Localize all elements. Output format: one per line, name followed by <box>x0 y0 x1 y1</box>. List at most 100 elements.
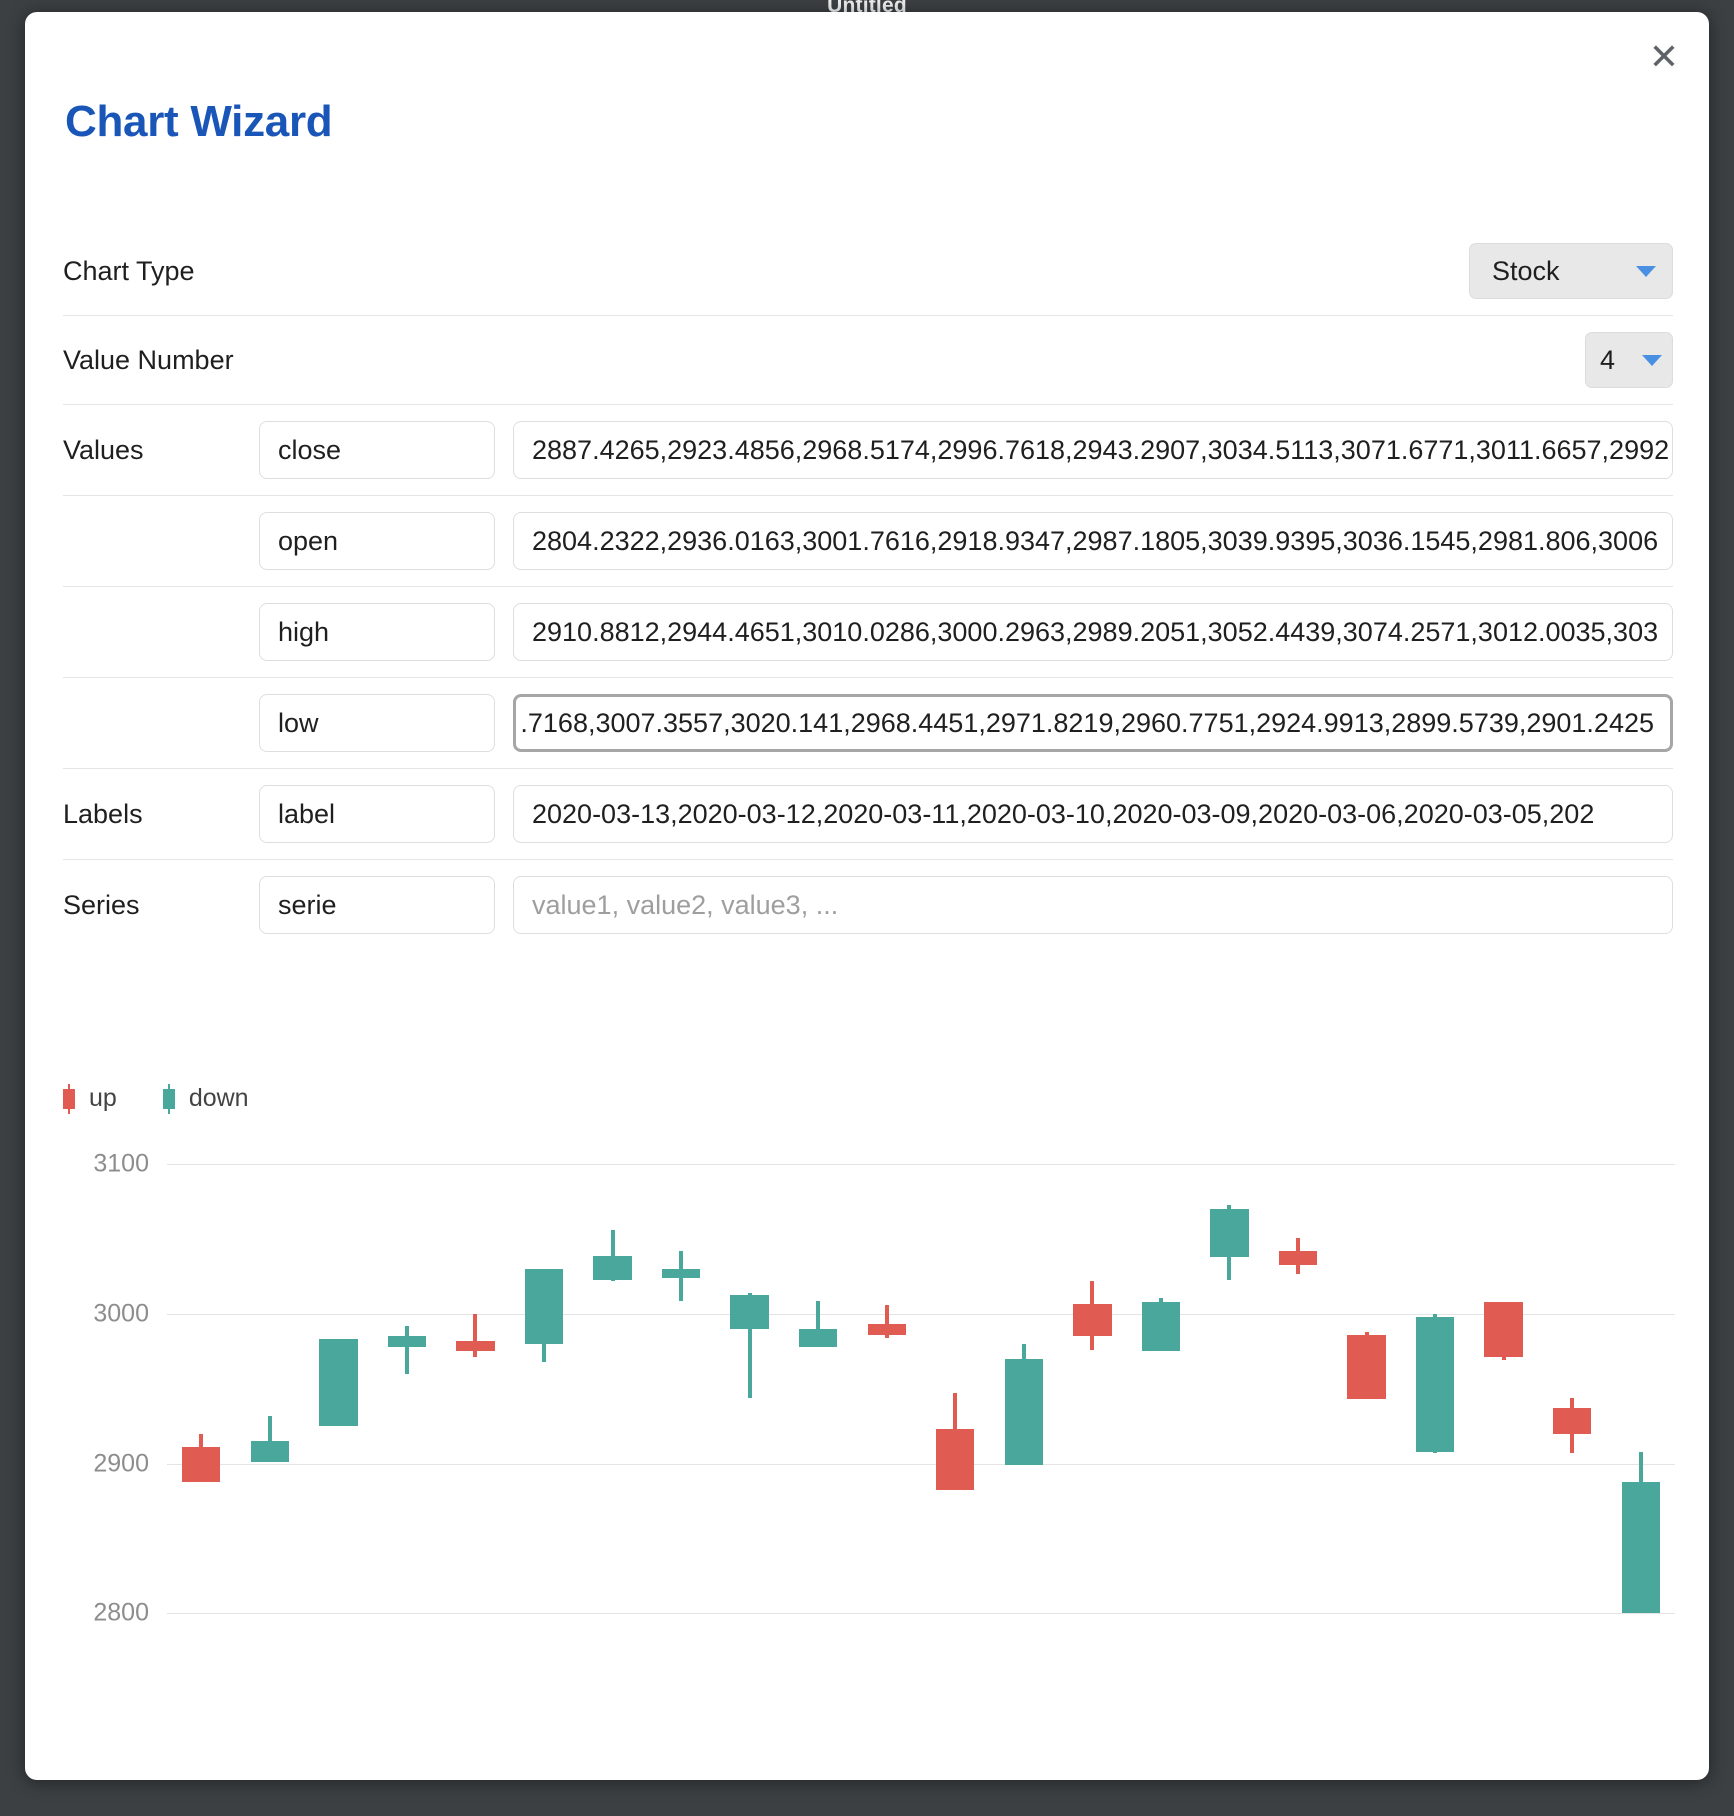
value-series-input-open[interactable]: 2804.2322,2936.0163,3001.7616,2918.9347,… <box>513 512 1673 570</box>
candlestick[interactable] <box>1073 1130 1111 1690</box>
candle-down-icon <box>163 1089 175 1109</box>
label-series-input[interactable]: 2020-03-13,2020-03-12,2020-03-11,2020-03… <box>513 785 1673 843</box>
chart-type-label: Chart Type <box>63 256 259 287</box>
candlestick[interactable] <box>525 1130 563 1690</box>
candle-body <box>1347 1335 1385 1399</box>
value-series-text-close: 2887.4265,2923.4856,2968.5174,2996.7618,… <box>532 435 1669 466</box>
row-labels: Labels 2020-03-13,2020-03-12,2020-03-11,… <box>63 769 1673 860</box>
candle-body <box>662 1269 700 1278</box>
value-series-text-low: .7168,3007.3557,3020.141,2968.4451,2971.… <box>520 708 1654 739</box>
value-series-text-high: 2910.8812,2944.4651,3010.0286,3000.2963,… <box>532 617 1658 648</box>
y-axis-tick-label: 3000 <box>63 1300 149 1329</box>
form-rows: Chart Type Stock Value Number 4 Values <box>63 227 1673 950</box>
candle-body <box>525 1269 563 1344</box>
candlestick[interactable] <box>319 1130 357 1690</box>
series-values-placeholder: value1, value2, value3, ... <box>532 890 838 921</box>
candlestick[interactable] <box>1622 1130 1660 1690</box>
candlestick[interactable] <box>1210 1130 1248 1690</box>
y-axis-tick-label: 2900 <box>63 1449 149 1478</box>
candlestick[interactable] <box>1347 1130 1385 1690</box>
candlestick[interactable] <box>251 1130 289 1690</box>
candle-body <box>1416 1317 1454 1452</box>
candle-body <box>868 1324 906 1334</box>
candlestick[interactable] <box>662 1130 700 1690</box>
candlestick-chart: 2800 2900 3000 3100 <box>63 1130 1683 1690</box>
candle-body <box>1073 1304 1111 1337</box>
row-values-high: 2910.8812,2944.4651,3010.0286,3000.2963,… <box>63 587 1673 678</box>
candlestick[interactable] <box>182 1130 220 1690</box>
candle-body <box>593 1256 631 1280</box>
row-values-open: 2804.2322,2936.0163,3001.7616,2918.9347,… <box>63 496 1673 587</box>
candlestick[interactable] <box>388 1130 426 1690</box>
value-series-text-open: 2804.2322,2936.0163,3001.7616,2918.9347,… <box>532 526 1658 557</box>
candlestick[interactable] <box>1553 1130 1591 1690</box>
value-key-input-high[interactable] <box>259 603 495 661</box>
candlestick[interactable] <box>1005 1130 1043 1690</box>
value-key-input-open[interactable] <box>259 512 495 570</box>
chart-type-select[interactable]: Stock <box>1469 243 1673 299</box>
candle-body <box>730 1295 768 1329</box>
y-axis-tick-label: 3100 <box>63 1150 149 1179</box>
candle-body <box>936 1429 974 1490</box>
close-icon[interactable]: ✕ <box>1641 34 1687 80</box>
chart-wizard-dialog: ✕ Chart Wizard Chart Type Stock Value Nu… <box>25 12 1709 1780</box>
candle-body <box>388 1336 426 1346</box>
candlestick[interactable] <box>1279 1130 1317 1690</box>
candlestick[interactable] <box>1484 1130 1522 1690</box>
chart-type-value: Stock <box>1492 256 1560 287</box>
candlestick[interactable] <box>730 1130 768 1690</box>
legend-label-up: up <box>89 1084 117 1113</box>
candle-body <box>1279 1251 1317 1264</box>
chart-legend: up down <box>63 1084 249 1113</box>
value-series-input-high[interactable]: 2910.8812,2944.4651,3010.0286,3000.2963,… <box>513 603 1673 661</box>
candlestick[interactable] <box>1142 1130 1180 1690</box>
value-key-input-low[interactable] <box>259 694 495 752</box>
label-series-text: 2020-03-13,2020-03-12,2020-03-11,2020-03… <box>532 799 1594 830</box>
value-series-input-low[interactable]: .7168,3007.3557,3020.141,2968.4451,2971.… <box>513 694 1673 752</box>
labels-label: Labels <box>63 799 259 830</box>
plot-area <box>167 1130 1675 1690</box>
value-key-input-close[interactable] <box>259 421 495 479</box>
row-value-number: Value Number 4 <box>63 316 1673 405</box>
candle-body <box>1484 1302 1522 1357</box>
candle-body <box>1210 1209 1248 1257</box>
candlestick[interactable] <box>456 1130 494 1690</box>
chevron-down-icon <box>1636 266 1656 277</box>
screen: Untitled ✕ Chart Wizard Chart Type Stock… <box>0 0 1734 1816</box>
value-number-label: Value Number <box>63 345 259 376</box>
value-series-input-close[interactable]: 2887.4265,2923.4856,2968.5174,2996.7618,… <box>513 421 1673 479</box>
y-axis-tick-label: 2800 <box>63 1599 149 1628</box>
candle-body <box>182 1447 220 1482</box>
label-key-input[interactable] <box>259 785 495 843</box>
row-series: Series value1, value2, value3, ... <box>63 860 1673 950</box>
row-chart-type: Chart Type Stock <box>63 227 1673 316</box>
candle-up-icon <box>63 1089 75 1109</box>
value-number-select[interactable]: 4 <box>1585 332 1673 388</box>
row-values-low: .7168,3007.3557,3020.141,2968.4451,2971.… <box>63 678 1673 769</box>
candle-body <box>251 1441 289 1462</box>
candlestick[interactable] <box>936 1130 974 1690</box>
candle-body <box>799 1329 837 1347</box>
values-label: Values <box>63 435 259 466</box>
legend-item-down[interactable]: down <box>163 1084 249 1113</box>
legend-item-up[interactable]: up <box>63 1084 117 1113</box>
candlestick[interactable] <box>1416 1130 1454 1690</box>
chevron-down-icon <box>1642 355 1662 366</box>
candle-body <box>1622 1482 1660 1614</box>
series-key-input[interactable] <box>259 876 495 934</box>
candlestick[interactable] <box>593 1130 631 1690</box>
candle-body <box>1142 1302 1180 1351</box>
candle-body <box>1005 1359 1043 1465</box>
row-values-close: Values 2887.4265,2923.4856,2968.5174,299… <box>63 405 1673 496</box>
candle-wick <box>405 1326 409 1374</box>
candlestick[interactable] <box>868 1130 906 1690</box>
candle-body <box>319 1339 357 1426</box>
series-values-input[interactable]: value1, value2, value3, ... <box>513 876 1673 934</box>
candlestick[interactable] <box>799 1130 837 1690</box>
page-title: Chart Wizard <box>65 97 332 147</box>
legend-label-down: down <box>189 1084 249 1113</box>
candle-body <box>1553 1408 1591 1433</box>
series-label: Series <box>63 890 259 921</box>
candle-body <box>456 1341 494 1351</box>
value-number-value: 4 <box>1600 345 1615 376</box>
